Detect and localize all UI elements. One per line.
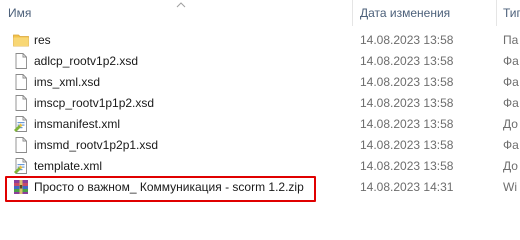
file-date-modified: 14.08.2023 13:58 [360, 96, 454, 110]
file-type: Wi [503, 180, 517, 194]
file-name: res [34, 33, 51, 47]
file-row[interactable]: ims_xml.xsd 14.08.2023 13:58 Фа [0, 72, 520, 93]
file-icon [12, 73, 30, 91]
file-name: imsmanifest.xml [34, 117, 121, 131]
column-divider[interactable] [352, 0, 353, 26]
file-name: imsmd_rootv1p2p1.xsd [34, 138, 159, 152]
file-date-modified: 14.08.2023 13:58 [360, 54, 454, 68]
folder-icon [12, 31, 30, 49]
column-header-date[interactable]: Дата изменения [360, 0, 450, 26]
file-name: adlcp_rootv1p2.xsd [34, 54, 139, 68]
file-name: template.xml [34, 159, 103, 173]
file-row[interactable]: imsmd_rootv1p2p1.xsd 14.08.2023 13:58 Фа [0, 135, 520, 156]
file-date-modified: 14.08.2023 13:58 [360, 117, 454, 131]
file-date-modified: 14.08.2023 13:58 [360, 33, 454, 47]
file-row[interactable]: adlcp_rootv1p2.xsd 14.08.2023 13:58 Фа [0, 51, 520, 72]
file-type: До [503, 117, 518, 131]
file-row[interactable]: template.xml 14.08.2023 13:58 До [0, 156, 520, 177]
column-header-name[interactable]: Имя [8, 0, 31, 26]
xml-icon [12, 157, 30, 175]
file-date-modified: 14.08.2023 13:58 [360, 159, 454, 173]
file-date-modified: 14.08.2023 13:58 [360, 75, 454, 89]
file-icon [12, 52, 30, 70]
file-type: Фа [503, 138, 519, 152]
file-type: Па [503, 33, 519, 47]
file-name: ims_xml.xsd [34, 75, 101, 89]
file-row[interactable]: res 14.08.2023 13:58 Па [0, 30, 520, 51]
column-header-type[interactable]: Тип [503, 0, 520, 26]
file-icon [12, 94, 30, 112]
sort-ascending-icon [176, 2, 186, 8]
file-type: Фа [503, 54, 519, 68]
file-name: imscp_rootv1p1p2.xsd [34, 96, 155, 110]
file-type: Фа [503, 75, 519, 89]
column-header-bar: Имя Дата изменения Тип [0, 0, 520, 26]
file-date-modified: 14.08.2023 13:58 [360, 138, 454, 152]
file-icon [12, 136, 30, 154]
column-divider[interactable] [496, 0, 497, 26]
file-type: До [503, 159, 518, 173]
file-row[interactable]: imscp_rootv1p1p2.xsd 14.08.2023 13:58 Фа [0, 93, 520, 114]
file-date-modified: 14.08.2023 14:31 [360, 180, 454, 194]
file-type: Фа [503, 96, 519, 110]
highlight-box [5, 176, 316, 202]
xml-icon [12, 115, 30, 133]
file-row[interactable]: imsmanifest.xml 14.08.2023 13:58 До [0, 114, 520, 135]
